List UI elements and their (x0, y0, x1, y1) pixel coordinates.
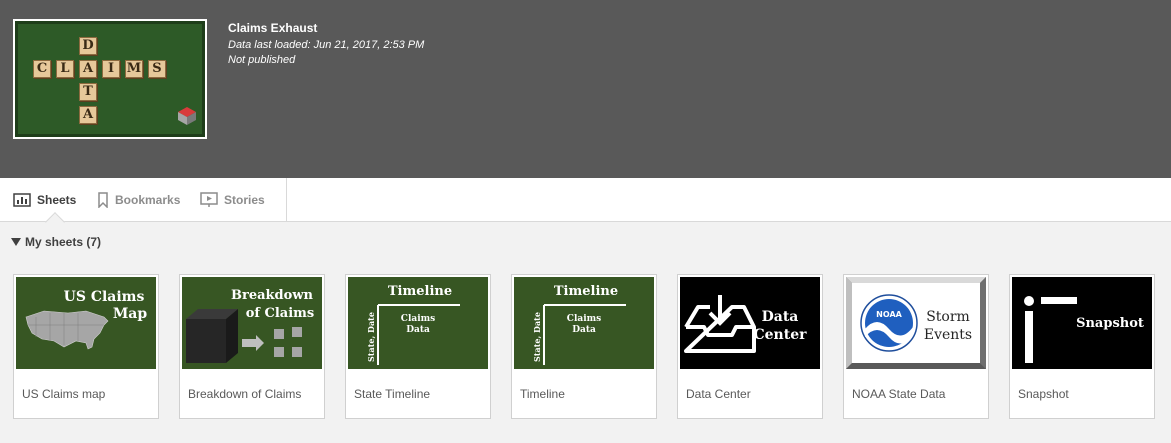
letter-tile: D (79, 37, 97, 55)
letter-tile: M (125, 60, 143, 78)
noaa-logo-text: NOAA (876, 310, 902, 319)
letter-tile: A (79, 106, 97, 124)
thumb-title: Timeline (388, 284, 452, 299)
thumb-title: Snapshot (1076, 316, 1144, 331)
sheet-title: Snapshot (1018, 387, 1069, 401)
sheet-thumbnail: Breakdown of Claims (182, 277, 322, 369)
section-label: My sheets (7) (25, 235, 102, 249)
sheet-thumbnail: Snapshot (1012, 277, 1152, 369)
sheet-thumbnail: Timeline Claims Data State, Date (348, 277, 488, 369)
sheet-thumbnail: US Claims Map (16, 277, 156, 369)
stories-icon (200, 191, 218, 207)
thumb-title: Timeline (554, 284, 618, 299)
thumb-caption: Data (572, 325, 596, 335)
sheet-card-breakdown-of-claims[interactable]: Breakdown of Claims Breakdown of Claims (179, 274, 325, 419)
tabs-group: Sheets Bookmarks Stories (0, 178, 287, 221)
letter-tile: T (79, 83, 97, 101)
thumb-title: Data (762, 309, 799, 325)
thumb-subtitle: Events (924, 327, 972, 343)
sheet-card-data-center[interactable]: Data Center Data Center (677, 274, 823, 419)
app-thumbnail[interactable]: C L A I M S D T A (13, 19, 207, 139)
thumb-axis: State, Date (366, 312, 376, 362)
tab-bookmarks[interactable]: Bookmarks (97, 178, 180, 221)
thumb-subtitle: of Claims (246, 306, 315, 321)
publish-status: Not published (228, 54, 296, 66)
sheet-card-state-timeline[interactable]: Timeline Claims Data State, Date State T… (345, 274, 491, 419)
app-meta: Claims Exhaust Data last loaded: Jun 21,… (228, 20, 424, 68)
letter-tile: S (148, 60, 166, 78)
letter-tile: C (33, 60, 51, 78)
sheet-card-snapshot[interactable]: Snapshot Snapshot (1009, 274, 1155, 419)
thumb-caption: Claims (567, 314, 601, 324)
qlik-cube-icon (178, 107, 196, 125)
tab-sheets[interactable]: Sheets (13, 178, 76, 221)
letter-tile: A (79, 60, 97, 78)
thumb-subtitle: Center (754, 327, 808, 343)
sheet-title: State Timeline (354, 387, 431, 401)
sheet-title: Data Center (686, 387, 751, 401)
sheet-title: NOAA State Data (852, 387, 946, 401)
thumb-title: Breakdown (231, 288, 313, 303)
collapse-triangle-icon (11, 238, 21, 246)
thumb-title: Storm (926, 309, 970, 325)
tab-label: Bookmarks (115, 192, 181, 207)
my-sheets-toggle[interactable]: My sheets (7) (11, 235, 101, 249)
sheet-thumbnail: NOAA Storm Events (846, 277, 986, 369)
app-title: Claims Exhaust (228, 21, 318, 35)
thumb-caption: Claims (401, 314, 435, 324)
sheet-thumbnail: Data Center (680, 277, 820, 369)
sheets-icon (13, 192, 31, 207)
tabs-bar: Sheets Bookmarks Stories (0, 178, 1171, 222)
thumb-axis: State, Date (532, 312, 542, 362)
sheet-title: US Claims map (22, 387, 106, 401)
sheet-card-us-claims-map[interactable]: US Claims Map US Claims map (13, 274, 159, 419)
thumb-title: US Claims (64, 289, 145, 305)
tab-label: Stories (224, 192, 265, 207)
bookmark-icon (98, 191, 108, 208)
thumb-subtitle: Map (113, 306, 148, 322)
sheet-title: Breakdown of Claims (188, 387, 302, 401)
app-header: C L A I M S D T A Claims Exhaust Data la… (0, 0, 1171, 178)
tab-stories[interactable]: Stories (200, 178, 265, 221)
letter-tile: L (56, 60, 74, 78)
tab-label: Sheets (37, 192, 77, 207)
thumb-caption: Data (406, 325, 430, 335)
letter-tile: I (102, 60, 120, 78)
sheet-title: Timeline (520, 387, 565, 401)
data-loaded-text: Data last loaded: Jun 21, 2017, 2:53 PM (228, 39, 425, 51)
sheet-card-timeline[interactable]: Timeline Claims Data State, Date Timelin… (511, 274, 657, 419)
sheet-thumbnail: Timeline Claims Data State, Date (514, 277, 654, 369)
sheet-card-noaa-state-data[interactable]: NOAA Storm Events NOAA State Data (843, 274, 989, 419)
